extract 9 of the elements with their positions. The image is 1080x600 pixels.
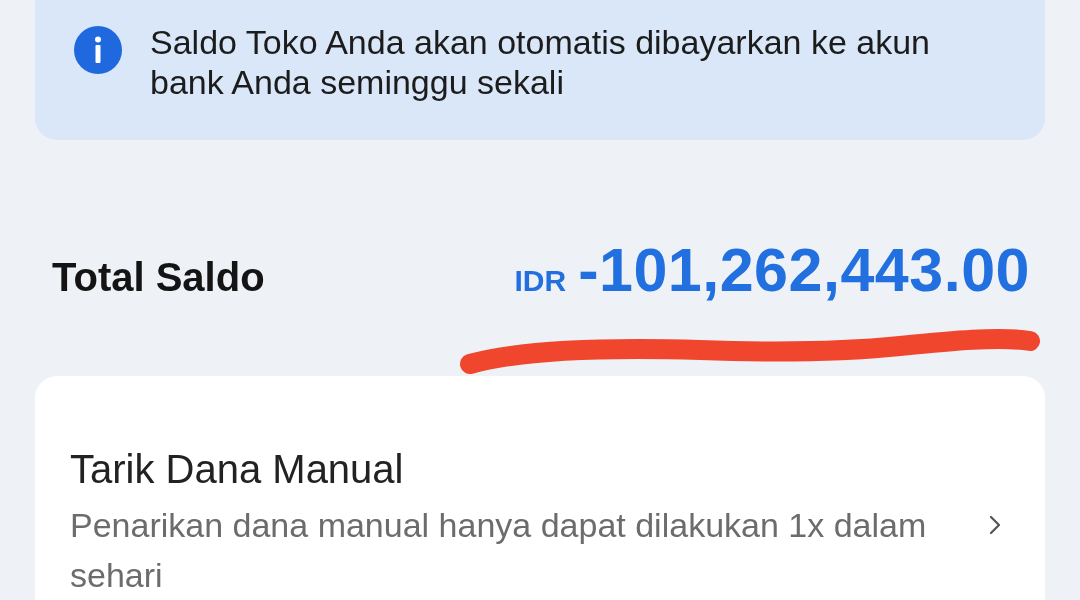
info-text: Saldo Toko Anda akan otomatis dibayarkan ke akun bank Anda seminggu sekali xyxy=(150,22,931,102)
info-icon xyxy=(74,26,122,74)
currency-label: IDR xyxy=(514,263,567,299)
withdraw-option-card[interactable]: Tarik Dana Manual Penarikan dana manual hanya dapat dilakukan 1x dalam sehari xyxy=(35,375,1045,600)
option-description: Penarikan dana manual hanya dapat dilakukan 1x dalam sehari xyxy=(70,504,928,596)
option-title: Tarik Dana Manual xyxy=(70,445,405,492)
balance-amount: -101,262,443.00 xyxy=(578,235,1030,306)
balance-label: Total Saldo xyxy=(52,254,265,301)
chevron-right-icon xyxy=(989,514,1001,535)
